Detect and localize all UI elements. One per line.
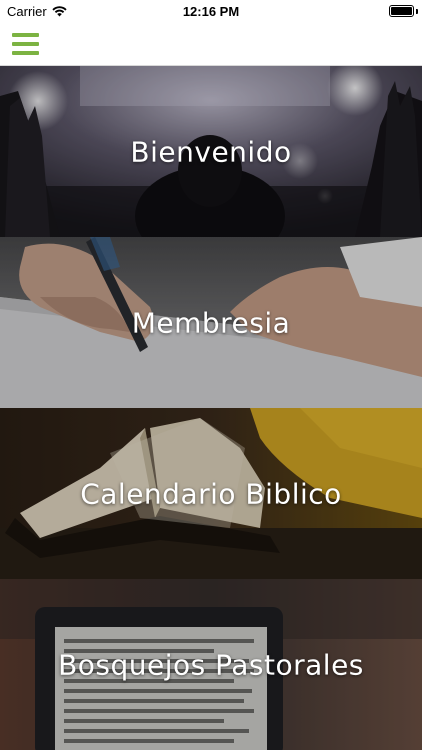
card-bienvenido[interactable]: Bienvenido bbox=[0, 66, 422, 237]
card-bosquejos-pastorales[interactable]: Bosquejos Pastorales bbox=[0, 579, 422, 750]
hamburger-menu-icon[interactable] bbox=[12, 33, 39, 55]
status-time: 12:16 PM bbox=[182, 4, 240, 19]
card-title: Membresia bbox=[131, 306, 291, 339]
card-title: Bienvenido bbox=[130, 135, 292, 168]
battery-icon bbox=[389, 5, 414, 17]
battery-nub bbox=[416, 9, 418, 14]
card-calendario-biblico[interactable]: Calendario Biblico bbox=[0, 408, 422, 579]
menu-line bbox=[12, 51, 39, 55]
menu-line bbox=[12, 42, 39, 46]
card-title: Calendario Biblico bbox=[80, 477, 342, 510]
card-membresia[interactable]: Membresia bbox=[0, 237, 422, 408]
menu-line bbox=[12, 33, 39, 37]
status-bar: Carrier 12:16 PM bbox=[0, 0, 422, 22]
card-title: Bosquejos Pastorales bbox=[58, 648, 364, 681]
battery-fill bbox=[391, 7, 412, 15]
navigation-bar bbox=[0, 22, 422, 66]
